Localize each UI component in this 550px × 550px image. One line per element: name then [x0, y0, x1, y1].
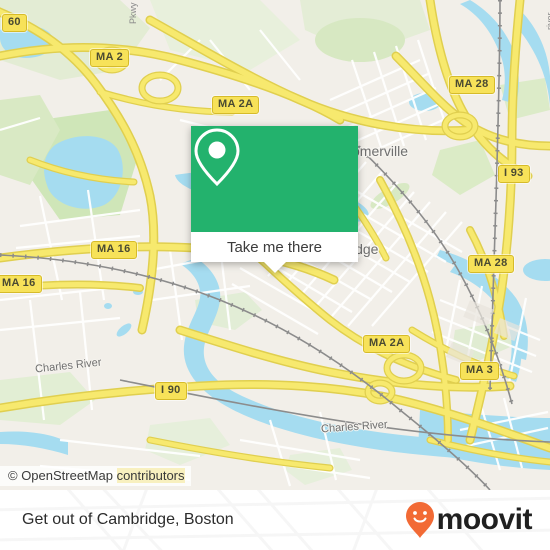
- road-shield: I 90: [155, 382, 187, 400]
- popup-action-text: Take me there: [226, 238, 323, 256]
- road-shield: MA 2: [90, 49, 130, 67]
- road-shield: MA 16: [91, 241, 137, 259]
- osm-attribution[interactable]: © OpenStreetMap contributors: [0, 466, 191, 486]
- road-shield: MA 2A: [363, 335, 411, 353]
- road-shield: MA 3: [460, 362, 500, 380]
- screenshot-root: 60 MA 2 MA 2A MA 28 I 93 MA 16 MA 16 MA …: [0, 0, 550, 550]
- moovit-pin-smile-icon: [405, 502, 434, 538]
- moovit-logo[interactable]: moovit: [405, 501, 533, 539]
- road-shield: I 93: [498, 165, 530, 183]
- road-shield: MA 16: [0, 275, 42, 293]
- page-title: Get out of Cambridge, Boston: [22, 511, 234, 528]
- footer-bar: Get out of Cambridge, Boston moovit: [0, 490, 550, 550]
- place-label-somerville: omerville: [352, 143, 409, 159]
- edge-label-pkwy: Pkwy: [128, 2, 138, 24]
- attribution-contributors-link[interactable]: contributors: [116, 468, 185, 483]
- map-canvas[interactable]: 60 MA 2 MA 2A MA 28 I 93 MA 16 MA 16 MA …: [0, 0, 550, 490]
- road-shield: MA 2A: [212, 96, 260, 114]
- road-shield: MA 28: [449, 76, 495, 94]
- destination-popup-card[interactable]: Take me there: [191, 126, 358, 273]
- road-shield: 60: [2, 14, 27, 32]
- map-pin-icon: [194, 128, 240, 187]
- edge-label-river: river: [545, 12, 550, 31]
- road-shield: MA 28: [468, 255, 514, 273]
- popup-image-panel: [191, 126, 358, 232]
- popup-pointer: [263, 262, 286, 273]
- moovit-wordmark: moovit: [436, 503, 533, 536]
- popup-action-label[interactable]: Take me there: [191, 232, 358, 262]
- attribution-prefix: © OpenStreetMap: [8, 468, 117, 483]
